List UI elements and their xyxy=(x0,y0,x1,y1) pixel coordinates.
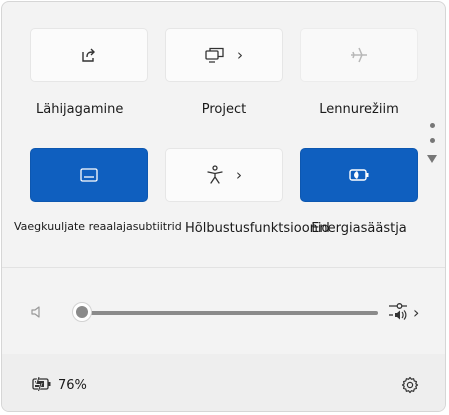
project-icon xyxy=(205,47,225,63)
battery-percentage[interactable]: 76% xyxy=(58,378,87,393)
live-captions-tile[interactable] xyxy=(30,148,148,202)
accessibility-tile[interactable]: › xyxy=(165,148,283,202)
volume-slider-thumb[interactable] xyxy=(72,302,92,322)
live-captions-label: Vaegkuuljate reaalajasubtiitrid xyxy=(14,220,182,233)
nearby-sharing-label: Lähijagamine xyxy=(36,102,124,117)
captions-icon xyxy=(79,167,99,183)
airplane-icon xyxy=(349,46,369,64)
airplane-mode-tile[interactable] xyxy=(300,28,418,82)
nearby-sharing-tile[interactable] xyxy=(30,28,148,82)
chevron-right-icon[interactable]: › xyxy=(413,303,419,322)
divider xyxy=(2,267,445,268)
chevron-right-icon[interactable]: › xyxy=(237,47,243,63)
gear-icon[interactable] xyxy=(401,376,419,398)
audio-mixer-icon[interactable] xyxy=(387,301,409,327)
energy-saver-tile[interactable] xyxy=(300,148,418,202)
accessibility-icon xyxy=(206,165,224,185)
quick-settings-panel: Lähijagamine › Project Lennurežiim Vaegk… xyxy=(1,1,446,412)
volume-slider-track[interactable] xyxy=(82,311,378,315)
project-label: Project xyxy=(201,102,247,117)
project-tile[interactable]: › xyxy=(165,28,283,82)
speaker-muted-icon[interactable] xyxy=(30,304,44,324)
share-icon xyxy=(80,46,98,64)
battery-charging-icon[interactable] xyxy=(32,375,52,396)
chevron-right-icon[interactable]: › xyxy=(236,167,242,183)
energy-saver-label: Energiasäästja xyxy=(311,221,407,236)
page-dot-2[interactable] xyxy=(430,138,435,143)
airplane-mode-label: Lennurežiim xyxy=(319,102,399,117)
energy-saver-icon xyxy=(348,167,370,183)
scroll-down-icon[interactable] xyxy=(427,155,437,163)
page-dot-1[interactable] xyxy=(430,123,435,128)
